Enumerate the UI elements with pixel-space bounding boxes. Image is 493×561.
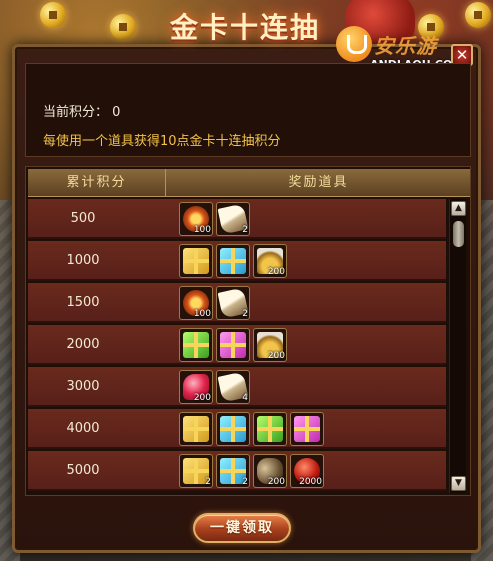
gold-coin-icon [40, 2, 66, 28]
score-label: 当前积分： [43, 105, 109, 120]
cyan-gift-box-icon [220, 416, 246, 442]
green-gift-box-icon [183, 332, 209, 358]
watermark-script: 安乐游 [374, 34, 437, 58]
item-quantity: 200 [193, 393, 211, 403]
reward-item-slot[interactable]: 2 [216, 202, 250, 236]
reward-item-slot[interactable] [179, 244, 213, 278]
table-row: 1500 100 2 [28, 283, 446, 323]
scrollbar-thumb[interactable] [453, 221, 464, 247]
row-points: 4000 [66, 421, 100, 436]
table-row: 2000 200 [28, 325, 446, 365]
item-quantity: 100 [193, 225, 211, 235]
row-points: 3000 [66, 379, 100, 394]
item-quantity: 2 [242, 477, 248, 487]
reward-item-slot[interactable] [216, 412, 250, 446]
scroll-up-button[interactable]: ▲ [451, 201, 466, 216]
item-quantity: 200 [267, 477, 285, 487]
table-row: 1000 200 [28, 241, 446, 281]
score-description: 每使用一个道具获得10点金卡十连抽积分 [43, 134, 281, 149]
reward-item-slot[interactable]: 200 [179, 370, 213, 404]
row-points: 500 [70, 211, 96, 226]
gold-gift-box-icon [183, 416, 209, 442]
row-points: 2000 [66, 337, 100, 352]
item-quantity: 2 [205, 477, 211, 487]
current-score: 当前积分： 0 [43, 101, 120, 120]
claim-all-button[interactable]: 一键领取 [193, 513, 291, 543]
item-quantity: 4 [242, 393, 248, 403]
reward-item-slot[interactable] [216, 244, 250, 278]
item-quantity: 2000 [299, 477, 322, 487]
table-row: 500 100 2 [28, 199, 446, 239]
reward-item-slot[interactable]: 4 [216, 370, 250, 404]
item-quantity: 200 [267, 267, 285, 277]
header-rewards: 奖励道具 [288, 175, 349, 190]
reward-item-slot[interactable]: 2 [179, 454, 213, 488]
row-points: 1000 [66, 253, 100, 268]
reward-item-slot[interactable] [179, 328, 213, 362]
pink-gift-box-icon [220, 332, 246, 358]
cyan-gift-box-icon [220, 248, 246, 274]
reward-table: 累计积分 奖励道具 500 100 2 1000 200 1500 100 2 2000 200 3… [25, 166, 471, 496]
scrollbar[interactable]: ▲ ▼ [449, 199, 466, 493]
reward-item-slot[interactable]: 2000 [290, 454, 324, 488]
gold-gift-box-icon [183, 248, 209, 274]
table-row: 4000 [28, 409, 446, 449]
scroll-down-button[interactable]: ▼ [451, 476, 466, 491]
reward-item-slot[interactable]: 200 [253, 244, 287, 278]
gold-coin-icon [110, 14, 136, 40]
item-quantity: 200 [267, 351, 285, 361]
item-quantity: 100 [193, 309, 211, 319]
green-gift-box-icon [257, 416, 283, 442]
reward-item-slot[interactable]: 100 [179, 286, 213, 320]
row-points: 1500 [66, 295, 100, 310]
window-title: 金卡十连抽 [169, 11, 320, 44]
reward-item-slot[interactable] [253, 412, 287, 446]
header-points: 累计积分 [28, 169, 166, 197]
score-info-panel: 当前积分： 0 每使用一个道具获得10点金卡十连抽积分 [25, 63, 471, 157]
item-quantity: 2 [242, 309, 248, 319]
close-icon: ✕ [455, 46, 469, 64]
reward-rows[interactable]: 500 100 2 1000 200 1500 100 2 2000 200 3000 200 4 400… [28, 199, 446, 493]
reward-item-slot[interactable] [179, 412, 213, 446]
item-quantity: 2 [242, 225, 248, 235]
table-header: 累计积分 奖励道具 [28, 169, 470, 197]
reward-item-slot[interactable]: 200 [253, 454, 287, 488]
pink-gift-box-icon [294, 416, 320, 442]
reward-item-slot[interactable] [216, 328, 250, 362]
window-title-plate: 金卡十连抽 [160, 8, 330, 52]
reward-item-slot[interactable]: 2 [216, 454, 250, 488]
table-row: 5000 2 2 200 2000 [28, 451, 446, 491]
site-logo-icon [336, 26, 372, 62]
row-points: 5000 [66, 463, 100, 478]
reward-item-slot[interactable] [290, 412, 324, 446]
table-row: 3000 200 4 [28, 367, 446, 407]
score-value: 0 [112, 105, 121, 120]
reward-item-slot[interactable]: 2 [216, 286, 250, 320]
reward-item-slot[interactable]: 200 [253, 328, 287, 362]
reward-item-slot[interactable]: 100 [179, 202, 213, 236]
